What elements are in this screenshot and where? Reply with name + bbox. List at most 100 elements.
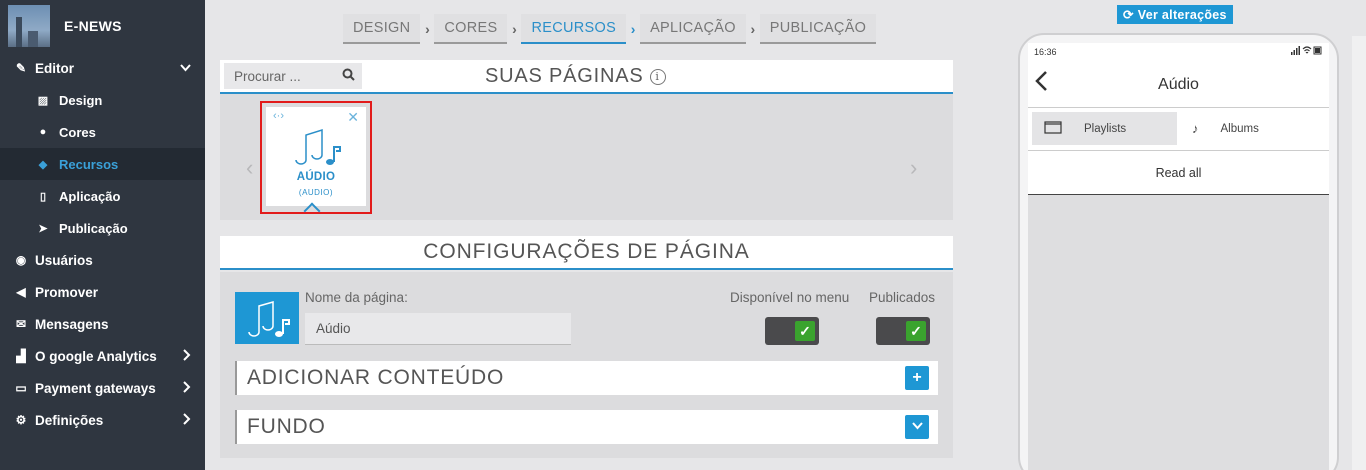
sidebar-item-editor[interactable]: ✎ Editor [0,52,205,84]
chevron-right-icon [183,412,191,428]
tab-label: Playlists [1084,122,1127,135]
sidebar-item-design[interactable]: ▨ Design [0,84,205,116]
page-card-label: AÚDIO [296,171,336,183]
sidebar-item-label: Publicação [59,220,128,236]
info-icon[interactable]: i [649,69,666,85]
page-card-sublabel: (AUDIO) [298,188,334,197]
app-bar: Aúdio [1028,61,1329,107]
page-settings-title: CONFIGURAÇÕES DE PÁGINA [220,236,953,270]
sidebar-item-label: Aplicação [59,188,121,204]
tab-playlists[interactable]: Playlists [1032,112,1177,145]
check-icon: ✓ [795,321,815,341]
refresh-icon: ⟳ [1123,8,1134,22]
read-all-button[interactable]: Read all [1028,151,1329,195]
carousel-next-icon[interactable]: › [910,155,917,181]
tab-label: Albums [1220,122,1259,135]
tab-albums[interactable]: ♪ Albums [1180,112,1325,145]
sidebar-item-label: Usuários [35,252,93,268]
envelope-icon: ✉ [15,317,27,331]
chevron-right-icon: › [507,14,522,44]
search-input[interactable]: Procurar ... [224,63,362,89]
sidebar-item-label: Promover [35,284,99,300]
status-bar: 16:36 [1028,43,1329,61]
pages-title-text: SUAS PÁGINAS [485,65,644,87]
page-name-label: Nome da página: [305,290,408,305]
page-icon[interactable] [235,292,299,344]
megaphone-icon: ◀ [16,285,26,299]
cogs-icon: ⚙ [15,413,27,427]
sidebar-item-analytics[interactable]: ▟ O google Analytics [0,340,205,372]
close-icon[interactable]: ✕ [347,109,359,126]
palette-icon: ● [39,126,47,138]
sidebar-item-recursos[interactable]: ◆ Recursos [0,148,205,180]
sidebar-item-promover[interactable]: ◀ Promover [0,276,205,308]
plus-icon[interactable]: + [905,366,929,390]
step-aplicacao[interactable]: APLICAÇÃO [640,14,746,44]
chevron-right-icon: › [420,14,435,44]
sidebar-item-label: Mensagens [35,316,109,332]
preview-changes-label: Ver alterações [1137,7,1227,22]
pages-header: Procurar ... SUAS PÁGINAS i [220,60,953,94]
page-name-input[interactable]: Aúdio [305,313,571,345]
check-icon: ✓ [906,321,926,341]
brand-logo [8,5,50,47]
app-title: Aúdio [1158,76,1199,93]
status-icons [1291,46,1323,57]
add-content-title: ADICIONAR CONTEÚDO [247,366,505,389]
search-placeholder: Procurar ... [234,68,301,84]
status-time: 16:36 [1034,47,1057,57]
sidebar-item-label: Recursos [59,156,119,172]
add-content-section[interactable]: ADICIONAR CONTEÚDO + [235,361,938,395]
sidebar-item-label: Definições [35,412,104,428]
sidebar-item-label: Editor [35,60,74,76]
chevron-down-icon[interactable] [905,415,929,439]
cube-icon: ◆ [38,158,48,171]
phone-tab-bar: Playlists ♪ Albums [1028,107,1329,151]
music-notes-icon [248,301,290,337]
sidebar-item-usuarios[interactable]: ◉ Usuários [0,244,205,276]
preview-changes-button[interactable]: ⟳ Ver alterações [1117,5,1233,24]
brand[interactable]: E-NEWS [0,0,205,52]
credit-card-icon: ▭ [15,381,27,395]
step-cores[interactable]: CORES [434,14,508,44]
sidebar-item-label: Payment gateways [35,380,156,396]
background-section[interactable]: FUNDO [235,410,938,444]
sidebar-item-aplicacao[interactable]: ▯ Aplicação [0,180,205,212]
step-publicacao[interactable]: PUBLICAÇÃO [759,14,877,44]
search-icon[interactable] [342,68,355,84]
code-icon[interactable]: ‹·› [273,110,284,122]
sidebar: E-NEWS ✎ Editor ▨ Design ● Cores ◆ Recur… [0,0,205,470]
chevron-right-icon [183,380,191,396]
step-design[interactable]: DESIGN [343,14,421,44]
pencil-icon: ✎ [15,61,27,75]
sidebar-item-label: Design [59,92,103,108]
chevron-right-icon: › [626,14,641,44]
users-icon: ◉ [15,253,27,267]
menu-available-toggle[interactable]: ✓ [765,317,819,345]
pages-title: SUAS PÁGINAS i [485,65,666,88]
folder-icon [1044,120,1062,137]
page-card-audio[interactable]: ‹·› ✕ AÚDIO (AUDIO) [260,101,372,220]
page-card-body: ‹·› ✕ AÚDIO (AUDIO) [266,107,366,206]
sidebar-item-label: Cores [59,124,96,140]
sidebar-item-cores[interactable]: ● Cores [0,116,205,148]
step-recursos[interactable]: RECURSOS [521,14,627,44]
published-toggle[interactable]: ✓ [876,317,930,345]
chevron-right-icon: › [745,14,760,44]
page-name-value: Aúdio [316,321,351,336]
menu-available-label: Disponível no menu [730,290,850,305]
sidebar-item-payment-gateways[interactable]: ▭ Payment gateways [0,372,205,404]
send-icon: ➤ [38,222,48,235]
music-note-icon: ♪ [1192,121,1199,136]
carousel-prev-icon[interactable]: ‹ [246,155,253,181]
scrollbar[interactable] [1352,36,1366,470]
phone-preview: 16:36 Aúdio Playlists ♪ Albums Read all [1018,33,1339,470]
sidebar-item-definicoes[interactable]: ⚙ Definições [0,404,205,436]
sidebar-item-label: O google Analytics [35,348,157,364]
music-notes-icon [295,128,341,165]
brand-name: E-NEWS [64,18,122,34]
sidebar-item-mensagens[interactable]: ✉ Mensagens [0,308,205,340]
phone-screen: 16:36 Aúdio Playlists ♪ Albums Read all [1028,43,1329,470]
sidebar-item-publicacao[interactable]: ➤ Publicação [0,212,205,244]
pages-panel: Procurar ... SUAS PÁGINAS i ‹ › ‹·› ✕ AÚD… [220,60,953,220]
